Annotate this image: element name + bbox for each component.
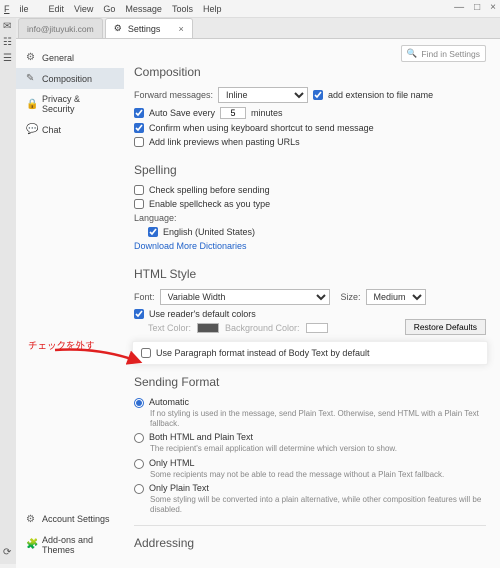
sidebar-label: General [42,53,74,63]
gear-icon: ⚙ [26,52,36,63]
gear-icon: ⚙ [114,23,122,34]
tab-settings-label: Settings [128,24,161,34]
close-tab-button[interactable]: × [178,24,183,34]
section-html: HTML Style [134,267,486,281]
forward-label: Forward messages: [134,90,213,100]
forward-select[interactable]: Inline [218,87,308,103]
spell-before-checkbox[interactable] [134,185,144,195]
sidebar-label: Add-ons and Themes [42,535,114,555]
tab-bar: info@jituyuki.com ⚙ Settings × [16,18,500,39]
section-addressing: Addressing [134,536,486,550]
sidebar-item-privacy[interactable]: 🔒 Privacy & Security [16,89,124,119]
minimize-button[interactable]: — [454,2,464,13]
sidebar-label: Account Settings [42,514,110,524]
divider [134,525,486,526]
size-label: Size: [341,292,361,302]
sidebar-label: Chat [42,125,61,135]
autosave-label-b: minutes [251,108,283,118]
use-colors-checkbox[interactable] [134,309,144,319]
bg-color-label: Background Color: [225,323,300,333]
lang-en-label: English (United States) [163,227,255,237]
size-select[interactable]: Medium [366,289,426,305]
paragraph-label: Use Paragraph format instead of Body Tex… [156,348,369,358]
maximize-button[interactable]: □ [474,2,480,13]
add-ext-label: add extension to file name [328,90,433,100]
sending-plain-desc: Some styling will be converted into a pl… [150,495,486,514]
window-controls: — □ × [454,2,496,13]
sending-auto-radio[interactable] [134,398,144,408]
section-composition: Composition [134,65,486,79]
sending-html-radio[interactable] [134,459,144,469]
lock-icon: 🔒 [26,99,36,110]
autosave-checkbox[interactable] [134,108,144,118]
confirm-shortcut-label: Confirm when using keyboard shortcut to … [149,123,374,133]
link-preview-checkbox[interactable] [134,137,144,147]
menu-edit[interactable]: Edit [49,4,65,14]
font-label: Font: [134,292,155,302]
left-rail: ✉ ☷ ☰ ⟳ [0,18,16,564]
autosave-value[interactable] [220,107,246,119]
sidebar-item-composition[interactable]: ✎ Composition [16,68,124,89]
sidebar-item-addons[interactable]: 🧩 Add-ons and Themes [16,530,124,560]
close-button[interactable]: × [490,2,496,13]
menu-message[interactable]: Message [125,4,162,14]
add-ext-checkbox[interactable] [313,90,323,100]
mail-icon[interactable]: ✉ [3,22,13,32]
lang-en-checkbox[interactable] [148,227,158,237]
sidebar-item-chat[interactable]: 💬 Chat [16,119,124,140]
menu-file[interactable]: File [4,4,39,14]
font-select[interactable]: Variable Width [160,289,330,305]
search-placeholder: Find in Settings [421,49,480,59]
sending-plain-label: Only Plain Text [149,483,209,493]
paragraph-checkbox[interactable] [141,348,151,358]
menu-tools[interactable]: Tools [172,4,193,14]
restore-defaults-button[interactable]: Restore Defaults [405,319,486,335]
settings-panel: 🔍 Find in Settings Composition Forward m… [124,39,500,568]
sending-html-label: Only HTML [149,458,195,468]
sidebar-item-account[interactable]: ⚙ Account Settings [16,509,124,530]
section-spelling: Spelling [134,163,486,177]
bg-color-swatch[interactable] [306,323,328,333]
tab-inbox-label: info@jituyuki.com [27,24,94,34]
confirm-shortcut-checkbox[interactable] [134,123,144,133]
search-icon: 🔍 [407,48,418,59]
use-colors-label: Use reader's default colors [149,309,256,319]
sending-plain-radio[interactable] [134,484,144,494]
spell-type-label: Enable spellcheck as you type [149,199,270,209]
download-dict-link[interactable]: Download More Dictionaries [134,241,486,251]
sending-auto-desc: If no styling is used in the message, se… [150,409,486,428]
text-color-label: Text Color: [148,323,191,333]
spell-before-label: Check spelling before sending [149,185,270,195]
pencil-icon: ✎ [26,73,36,84]
sending-both-desc: The recipient's email application will d… [150,444,486,454]
paragraph-highlight: Use Paragraph format instead of Body Tex… [132,341,488,365]
sync-icon[interactable]: ⟳ [3,548,13,558]
sending-both-radio[interactable] [134,433,144,443]
link-preview-label: Add link previews when pasting URLs [149,137,300,147]
menu-view[interactable]: View [74,4,93,14]
search-input[interactable]: 🔍 Find in Settings [401,45,486,62]
section-sending: Sending Format [134,375,486,389]
tab-settings[interactable]: ⚙ Settings × [105,18,193,38]
sidebar-label: Privacy & Security [42,94,114,114]
autosave-label-a: Auto Save every [149,108,215,118]
chat-icon: 💬 [26,124,36,135]
chat-icon[interactable]: ☰ [3,54,13,64]
language-label: Language: [134,213,486,223]
menu-go[interactable]: Go [103,4,115,14]
sidebar-label: Composition [42,74,92,84]
menubar: File Edit View Go Message Tools Help [0,0,500,18]
account-icon: ⚙ [26,514,36,525]
sending-both-label: Both HTML and Plain Text [149,432,253,442]
menu-help[interactable]: Help [203,4,222,14]
settings-sidebar: ⚙ General ✎ Composition 🔒 Privacy & Secu… [16,39,124,568]
puzzle-icon: 🧩 [26,539,36,550]
sending-auto-label: Automatic [149,397,189,407]
text-color-swatch[interactable] [197,323,219,333]
spell-type-checkbox[interactable] [134,199,144,209]
sidebar-item-general[interactable]: ⚙ General [16,47,124,68]
tab-inbox[interactable]: info@jituyuki.com [18,18,103,38]
address-icon[interactable]: ☷ [3,38,13,48]
sending-html-desc: Some recipients may not be able to read … [150,470,486,480]
